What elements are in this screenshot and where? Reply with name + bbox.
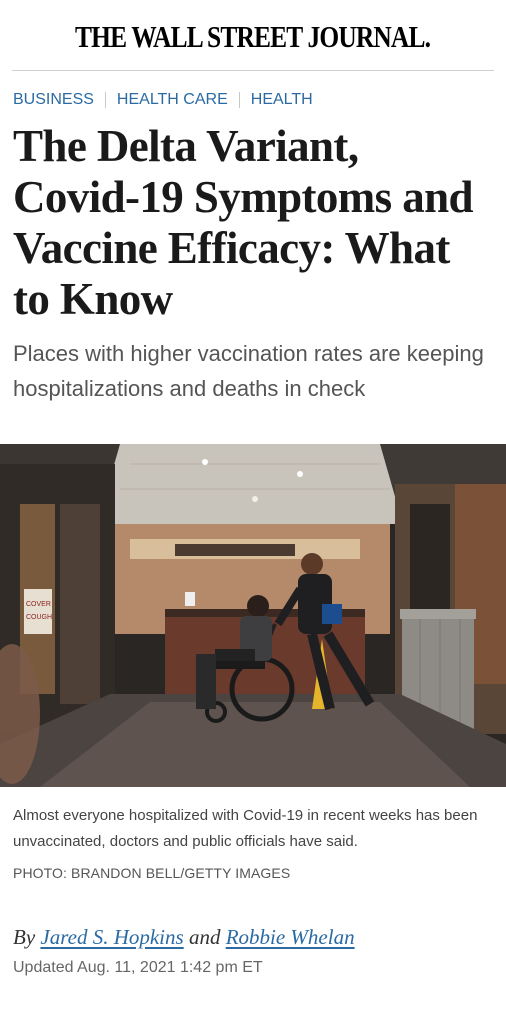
svg-text:COUGH: COUGH [26, 614, 52, 621]
hospital-scene-illustration: COVER COUGH [0, 444, 506, 787]
byline-conjunction: and [188, 925, 221, 949]
breadcrumb: BUSINESS HEALTH CARE HEALTH [13, 89, 493, 111]
article-timestamp: Updated Aug. 11, 2021 1:42 pm ET [13, 959, 263, 976]
article-dek: Places with higher vaccination rates are… [13, 341, 484, 401]
photo-caption: Almost everyone hospitalized with Covid-… [13, 807, 478, 850]
cover-your-cough-sign [24, 589, 52, 634]
breadcrumb-health[interactable]: HEALTH [251, 91, 313, 109]
byline-prefix: By [13, 925, 36, 949]
breadcrumb-business[interactable]: BUSINESS [13, 91, 94, 109]
photo-credit: PHOTO: BRANDON BELL/GETTY IMAGES [13, 865, 291, 881]
breadcrumb-separator [104, 92, 106, 108]
breadcrumb-separator [238, 92, 240, 108]
breadcrumb-health-care[interactable]: HEALTH CARE [117, 91, 228, 109]
header-divider [12, 70, 494, 71]
wsj-logo[interactable]: THE WALL STREET JOURNAL. [75, 19, 431, 55]
masthead: THE WALL STREET JOURNAL. [0, 0, 506, 70]
article-headline: The Delta Variant, Covid-19 Symptoms and… [13, 121, 474, 324]
article-byline: By Jared S. Hopkins and Robbie Whelan [13, 925, 493, 950]
svg-text:COVER: COVER [26, 601, 51, 608]
author-link-robbie-whelan[interactable]: Robbie Whelan [226, 925, 355, 949]
hero-photo[interactable]: COVER COUGH [0, 444, 506, 787]
author-link-jared-hopkins[interactable]: Jared S. Hopkins [40, 925, 183, 949]
